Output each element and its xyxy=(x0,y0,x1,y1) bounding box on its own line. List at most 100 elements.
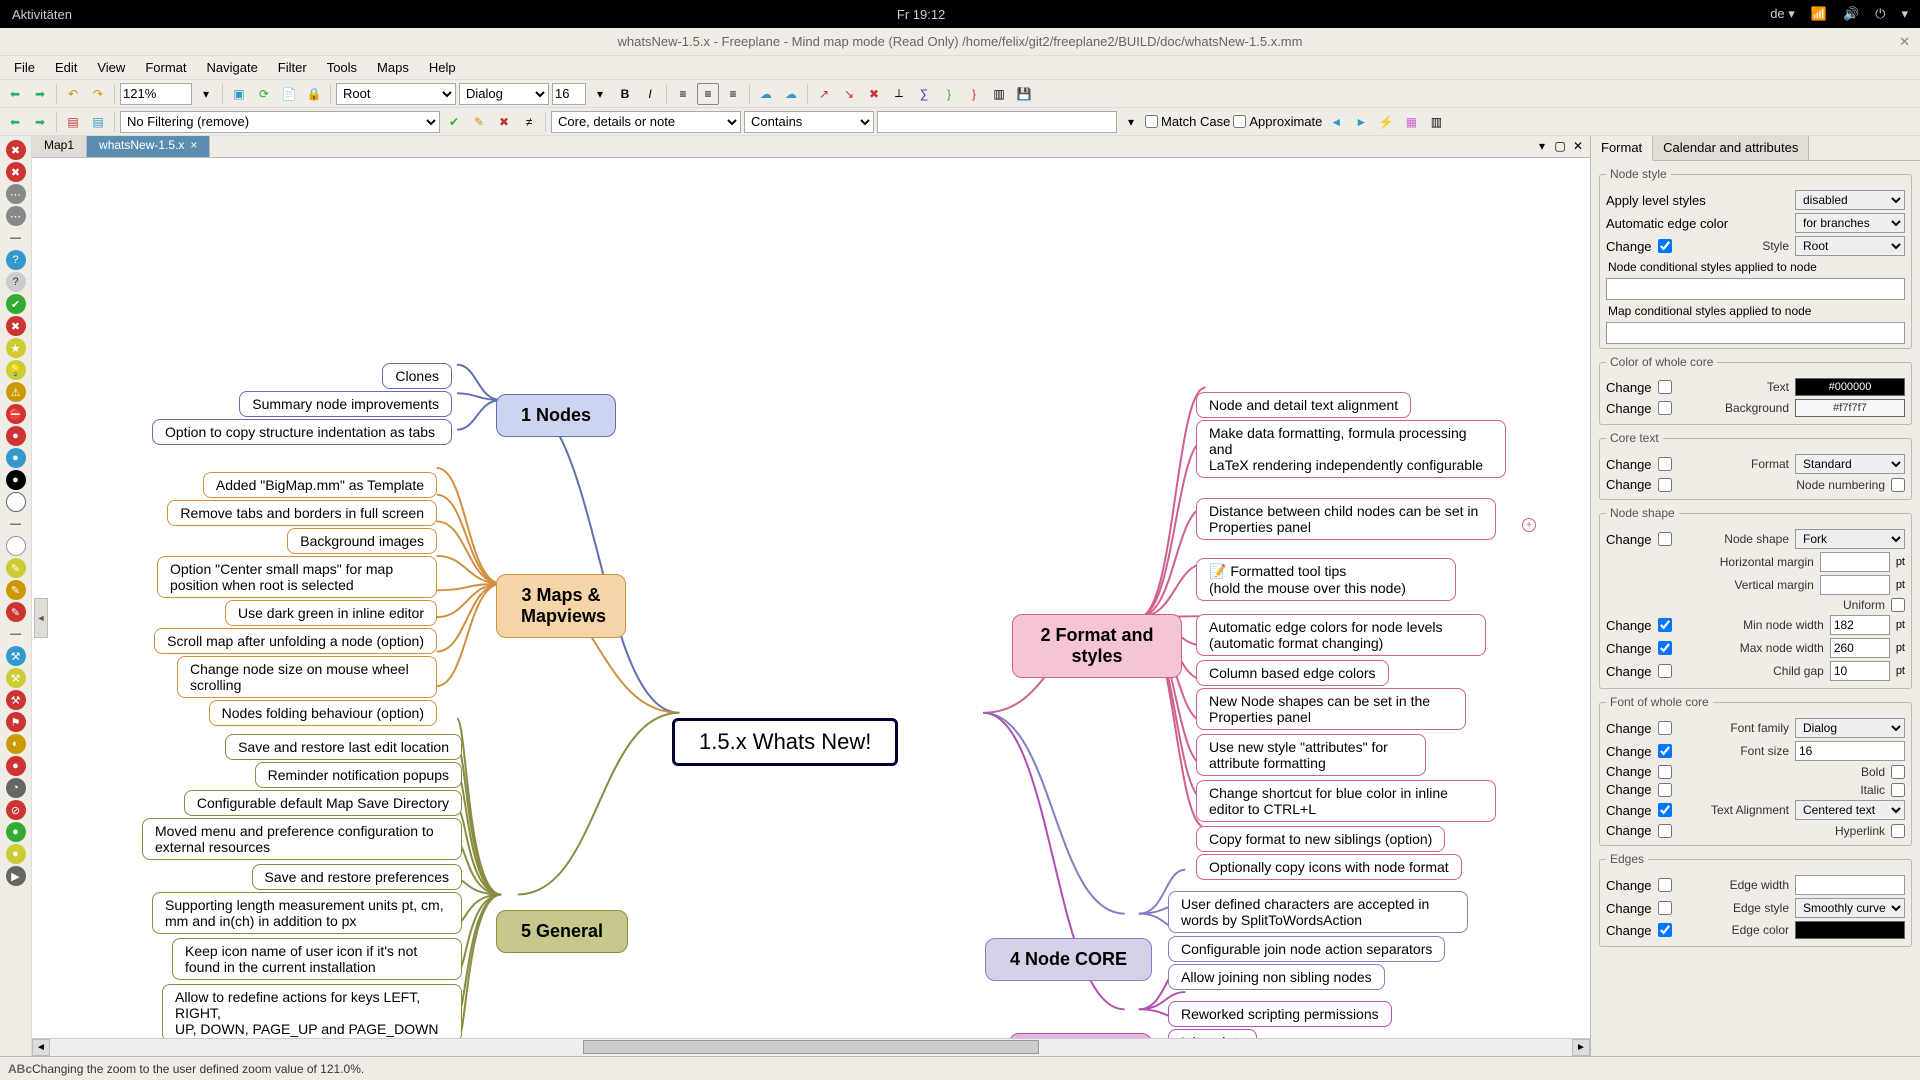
node[interactable]: Supporting length measurement units pt, … xyxy=(152,892,462,934)
node[interactable]: Use new style "attributes" for attribute… xyxy=(1196,734,1426,776)
icon-btn[interactable]: ● xyxy=(6,448,26,468)
node[interactable]: Distance between child nodes can be set … xyxy=(1196,498,1496,540)
save-all-icon[interactable]: 💾 xyxy=(1013,83,1035,105)
cb[interactable] xyxy=(1658,457,1672,471)
icon-btn[interactable]: 💡 xyxy=(6,360,26,380)
cb[interactable] xyxy=(1658,380,1672,394)
icon-btn[interactable]: ✔ xyxy=(6,294,26,314)
node[interactable]: Allow joining non sibling nodes xyxy=(1168,964,1385,990)
menu-format[interactable]: Format xyxy=(135,58,196,77)
font-family-select[interactable]: Dialog xyxy=(459,83,549,105)
system-menu-icon[interactable]: ▾ xyxy=(1901,6,1908,22)
filter-select[interactable]: No Filtering (remove) xyxy=(120,111,440,133)
fbar-icon[interactable]: ▥ xyxy=(988,83,1010,105)
node[interactable]: Configurable join node action separators xyxy=(1168,936,1445,962)
zoom-dropdown-icon[interactable]: ▾ xyxy=(195,83,217,105)
filter-op-select[interactable]: Contains xyxy=(744,111,874,133)
cb[interactable] xyxy=(1658,783,1672,797)
cb[interactable] xyxy=(1658,401,1672,415)
node[interactable]: Change shortcut for blue color in inline… xyxy=(1196,780,1496,822)
summary-remove-icon[interactable]: } xyxy=(963,83,985,105)
node-cat-general[interactable]: 5 General xyxy=(496,910,628,953)
node[interactable]: Column based edge colors xyxy=(1196,660,1389,686)
spellcheck-icon[interactable]: ABc xyxy=(8,1062,32,1076)
input-lang[interactable]: de ▾ xyxy=(1770,6,1795,22)
node[interactable]: Configurable default Map Save Directory xyxy=(184,790,462,816)
cb[interactable] xyxy=(1658,803,1672,817)
node[interactable]: Reminder notification popups xyxy=(255,762,462,788)
bg-color-swatch[interactable]: #f7f7f7 xyxy=(1795,399,1905,417)
cb[interactable] xyxy=(1658,478,1672,492)
cb[interactable] xyxy=(1658,618,1672,632)
icon-btn[interactable]: ? xyxy=(6,272,26,292)
node-cat-maps[interactable]: 3 Maps & Mapviews xyxy=(496,574,626,638)
filter-a-icon[interactable]: ▤ xyxy=(62,111,84,133)
local-link-icon[interactable]: ↘ xyxy=(838,83,860,105)
italic-checkbox[interactable] xyxy=(1891,783,1905,797)
panel-max-icon[interactable]: ▢ xyxy=(1552,138,1568,154)
node-cat-nodes[interactable]: 1 Nodes xyxy=(496,394,616,437)
icon-btn[interactable]: 0 xyxy=(6,536,26,556)
filter-not-icon[interactable]: ≠ xyxy=(518,111,540,133)
font-size-dropdown-icon[interactable]: ▾ xyxy=(589,83,611,105)
find-next-icon[interactable]: ► xyxy=(1350,111,1372,133)
icon-btn[interactable]: ● xyxy=(6,756,26,776)
icon-btn[interactable]: ✎ xyxy=(6,580,26,600)
change-style-checkbox[interactable] xyxy=(1658,239,1672,253)
icon-btn[interactable]: ⚒ xyxy=(6,690,26,710)
numbering-checkbox[interactable] xyxy=(1891,478,1905,492)
scroll-right-icon[interactable]: ► xyxy=(1572,1039,1590,1056)
activities-button[interactable]: Aktivitäten xyxy=(12,7,72,22)
text-align-select[interactable]: Centered text xyxy=(1795,800,1905,820)
menu-navigate[interactable]: Navigate xyxy=(196,58,267,77)
node[interactable]: Save and restore last edit location xyxy=(225,734,462,760)
node[interactable]: Change node size on mouse wheel scrollin… xyxy=(177,656,437,698)
panel-tab-calendar[interactable]: Calendar and attributes xyxy=(1653,136,1809,160)
panel-close-icon[interactable]: ✕ xyxy=(1570,138,1586,154)
cb[interactable] xyxy=(1658,641,1672,655)
cloud-add-icon[interactable]: ☁ xyxy=(755,83,777,105)
filter-undo-icon[interactable]: ⬅ xyxy=(4,111,26,133)
icon-btn[interactable]: ⚑ xyxy=(6,712,26,732)
cloud-color-icon[interactable]: ☁ xyxy=(780,83,802,105)
icon-btn[interactable]: ⋯ xyxy=(6,206,26,226)
nofilter-icon[interactable]: ▥ xyxy=(1425,111,1447,133)
format-select[interactable]: Standard xyxy=(1795,454,1905,474)
node[interactable]: Keep icon name of user icon if it's not … xyxy=(172,938,462,980)
volume-icon[interactable]: 🔊 xyxy=(1843,6,1859,22)
gap-input[interactable] xyxy=(1830,661,1890,681)
align-left-icon[interactable]: ≡ xyxy=(672,83,694,105)
icon-btn[interactable]: ✖ xyxy=(6,140,26,160)
node[interactable]: Option to copy structure indentation as … xyxy=(152,419,452,445)
shape-select[interactable]: Fork xyxy=(1795,529,1905,549)
h-scrollbar[interactable]: ◄ ► xyxy=(32,1038,1590,1056)
menu-maps[interactable]: Maps xyxy=(367,58,419,77)
align-right-icon[interactable]: ≡ xyxy=(722,83,744,105)
node[interactable]: Use dark green in inline editor xyxy=(225,600,437,626)
node[interactable]: Clones xyxy=(382,363,452,389)
redo-icon[interactable]: ↷ xyxy=(87,83,109,105)
ncs-box[interactable] xyxy=(1606,278,1905,300)
edge-style-select[interactable]: Smoothly curved ( xyxy=(1795,898,1905,918)
maxw-input[interactable] xyxy=(1830,638,1890,658)
icon-btn[interactable]: — xyxy=(6,514,26,534)
node[interactable]: Added "BigMap.mm" as Template xyxy=(203,472,437,498)
close-tab-icon[interactable]: × xyxy=(190,138,197,152)
encrypt-icon[interactable]: 🔒 xyxy=(303,83,325,105)
tab-whatsnew[interactable]: whatsNew-1.5.x× xyxy=(87,136,210,157)
font-family-select2[interactable]: Dialog xyxy=(1795,718,1905,738)
cb[interactable] xyxy=(1658,664,1672,678)
menu-filter[interactable]: Filter xyxy=(268,58,317,77)
nav-next-icon[interactable]: ➡ xyxy=(29,83,51,105)
node[interactable]: Optionally copy icons with node format xyxy=(1196,854,1462,880)
network-icon[interactable]: 📶 xyxy=(1811,6,1827,22)
node[interactable]: 📝 Formatted tool tips (hold the mouse ov… xyxy=(1196,558,1456,601)
connector-icon[interactable]: ⟂ xyxy=(888,83,910,105)
icon-btn[interactable]: ⚠ xyxy=(6,382,26,402)
icon-btn[interactable]: ⚒ xyxy=(6,646,26,666)
italic-icon[interactable]: I xyxy=(639,83,661,105)
mindmap-canvas[interactable]: ◄ xyxy=(32,158,1590,1038)
icon-btn[interactable]: ● xyxy=(6,844,26,864)
align-center-icon[interactable]: ≡ xyxy=(697,83,719,105)
filter-b-icon[interactable]: ▤ xyxy=(87,111,109,133)
